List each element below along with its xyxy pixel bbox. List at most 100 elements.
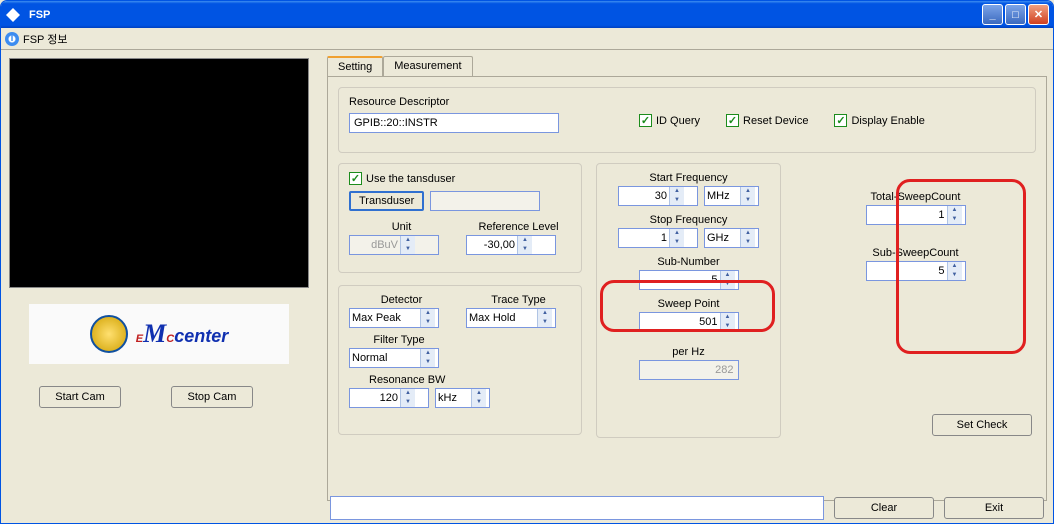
rbw-unit-select[interactable]: ▲▼ [435, 388, 490, 408]
spin-up-icon: ▲ [401, 389, 415, 398]
window-title: FSP [25, 9, 982, 21]
maximize-button[interactable]: □ [1005, 4, 1026, 25]
transducer-group: ✓Use the tansduser Transduser Unit ▲▼ [338, 163, 582, 273]
resource-descriptor-group: Resource Descriptor ✓ID Query ✓Reset Dev… [338, 87, 1036, 153]
right-panel: Setting Measurement Resource Descriptor … [325, 54, 1049, 503]
app-icon [5, 7, 21, 23]
sub-number-input[interactable]: ▲▼ [639, 270, 739, 290]
spin-up-icon: ▲ [721, 271, 735, 280]
close-button[interactable]: ✕ [1028, 4, 1049, 25]
sweep-point-input[interactable]: ▲▼ [639, 312, 739, 332]
spin-up-icon: ▲ [948, 206, 962, 215]
resource-descriptor-label: Resource Descriptor [349, 96, 559, 108]
per-hz-label: per Hz [607, 346, 770, 358]
spin-up-icon: ▲ [741, 187, 755, 196]
sub-sweep-input[interactable]: ▲▼ [866, 261, 966, 281]
tab-setting[interactable]: Setting [327, 56, 383, 76]
spin-down-icon: ▼ [741, 238, 755, 247]
spin-down-icon: ▼ [721, 322, 735, 331]
sweep-point-label: Sweep Point [607, 298, 770, 310]
filter-type-label: Filter Type [349, 334, 449, 346]
rbw-input[interactable]: ▲▼ [349, 388, 429, 408]
spin-down-icon: ▼ [518, 245, 532, 254]
spin-up-icon: ▲ [421, 349, 435, 358]
camera-buttons: Start Cam Stop Cam [39, 386, 321, 408]
spin-down-icon: ▼ [421, 358, 435, 367]
trace-type-select[interactable]: ▲▼ [466, 308, 556, 328]
menubar: i FSP 정보 [1, 28, 1053, 50]
spin-down-icon: ▼ [741, 196, 755, 205]
set-check-button[interactable]: Set Check [932, 414, 1032, 436]
spin-up-icon: ▲ [472, 389, 486, 398]
sub-number-label: Sub-Number [607, 256, 770, 268]
spin-down-icon: ▼ [421, 318, 435, 327]
info-icon: i [5, 32, 19, 46]
stop-cam-button[interactable]: Stop Cam [171, 386, 253, 408]
reference-level-label: Reference Level [466, 221, 571, 233]
spin-down-icon: ▼ [670, 238, 684, 247]
transducer-file-input [430, 191, 540, 211]
use-transducer-checkbox[interactable]: ✓Use the tansduser [349, 172, 571, 185]
spin-down-icon: ▼ [948, 271, 962, 280]
spin-down-icon: ▼ [670, 196, 684, 205]
detector-group: Detector ▲▼ Trace Type ▲▼ Filter Type [338, 285, 582, 435]
sweep-count-area: Total-SweepCount ▲▼ Sub-SweepCount ▲▼ Se… [795, 163, 1036, 438]
window-controls: _ □ ✕ [982, 4, 1049, 25]
unit-select: ▲▼ [349, 235, 439, 255]
start-freq-unit[interactable]: ▲▼ [704, 186, 759, 206]
spin-up-icon: ▲ [670, 229, 684, 238]
stop-freq-input[interactable]: ▲▼ [618, 228, 698, 248]
spin-down-icon: ▼ [721, 280, 735, 289]
menu-info[interactable]: FSP 정보 [23, 31, 68, 47]
exit-button[interactable]: Exit [944, 497, 1044, 519]
start-cam-button[interactable]: Start Cam [39, 386, 121, 408]
spin-down-icon: ▼ [472, 398, 486, 407]
per-hz-value [639, 360, 739, 380]
tab-panel-setting: Resource Descriptor ✓ID Query ✓Reset Dev… [327, 76, 1047, 501]
unit-label: Unit [349, 221, 454, 233]
id-query-checkbox[interactable]: ✓ID Query [639, 114, 700, 127]
start-freq-input[interactable]: ▲▼ [618, 186, 698, 206]
minimize-button[interactable]: _ [982, 4, 1003, 25]
clear-button[interactable]: Clear [834, 497, 934, 519]
bottom-bar: Clear Exit [0, 496, 1054, 520]
sub-sweep-label: Sub-SweepCount [795, 247, 1036, 259]
trace-type-label: Trace Type [466, 294, 571, 306]
spin-up-icon: ▲ [401, 236, 415, 245]
emc-logo: EMCcenter [29, 304, 289, 364]
status-input[interactable] [330, 496, 824, 520]
spin-down-icon: ▼ [401, 398, 415, 407]
spin-up-icon: ▲ [948, 262, 962, 271]
logo-text: EMCcenter [136, 319, 228, 349]
tab-measurement[interactable]: Measurement [383, 56, 472, 76]
resource-descriptor-input[interactable] [349, 113, 559, 133]
titlebar: FSP _ □ ✕ [1, 1, 1053, 28]
spin-up-icon: ▲ [518, 236, 532, 245]
detector-select[interactable]: ▲▼ [349, 308, 439, 328]
rbw-label: Resonance BW [349, 374, 571, 386]
app-window: FSP _ □ ✕ i FSP 정보 EMCcenter Start Cam S… [0, 0, 1054, 524]
tabset: Setting Measurement [327, 56, 1047, 76]
spin-up-icon: ▲ [421, 309, 435, 318]
client-area: EMCcenter Start Cam Stop Cam Setting Mea… [1, 50, 1053, 507]
reset-device-checkbox[interactable]: ✓Reset Device [726, 114, 808, 127]
camera-view [9, 58, 309, 288]
logo-badge-icon [90, 315, 128, 353]
spin-up-icon: ▲ [721, 313, 735, 322]
frequency-group: Start Frequency ▲▼ ▲▼ Stop Frequency ▲▼ … [596, 163, 781, 438]
transducer-button[interactable]: Transduser [349, 191, 424, 211]
start-freq-label: Start Frequency [607, 172, 770, 184]
spin-down-icon: ▼ [948, 215, 962, 224]
filter-type-select[interactable]: ▲▼ [349, 348, 439, 368]
spin-down-icon: ▼ [401, 245, 415, 254]
reference-level-input[interactable]: ▲▼ [466, 235, 556, 255]
spin-up-icon: ▲ [670, 187, 684, 196]
stop-freq-unit[interactable]: ▲▼ [704, 228, 759, 248]
detector-label: Detector [349, 294, 454, 306]
left-panel: EMCcenter Start Cam Stop Cam [5, 54, 325, 503]
display-enable-checkbox[interactable]: ✓Display Enable [834, 114, 924, 127]
spin-up-icon: ▲ [741, 229, 755, 238]
spin-up-icon: ▲ [538, 309, 552, 318]
stop-freq-label: Stop Frequency [607, 214, 770, 226]
total-sweep-input[interactable]: ▲▼ [866, 205, 966, 225]
